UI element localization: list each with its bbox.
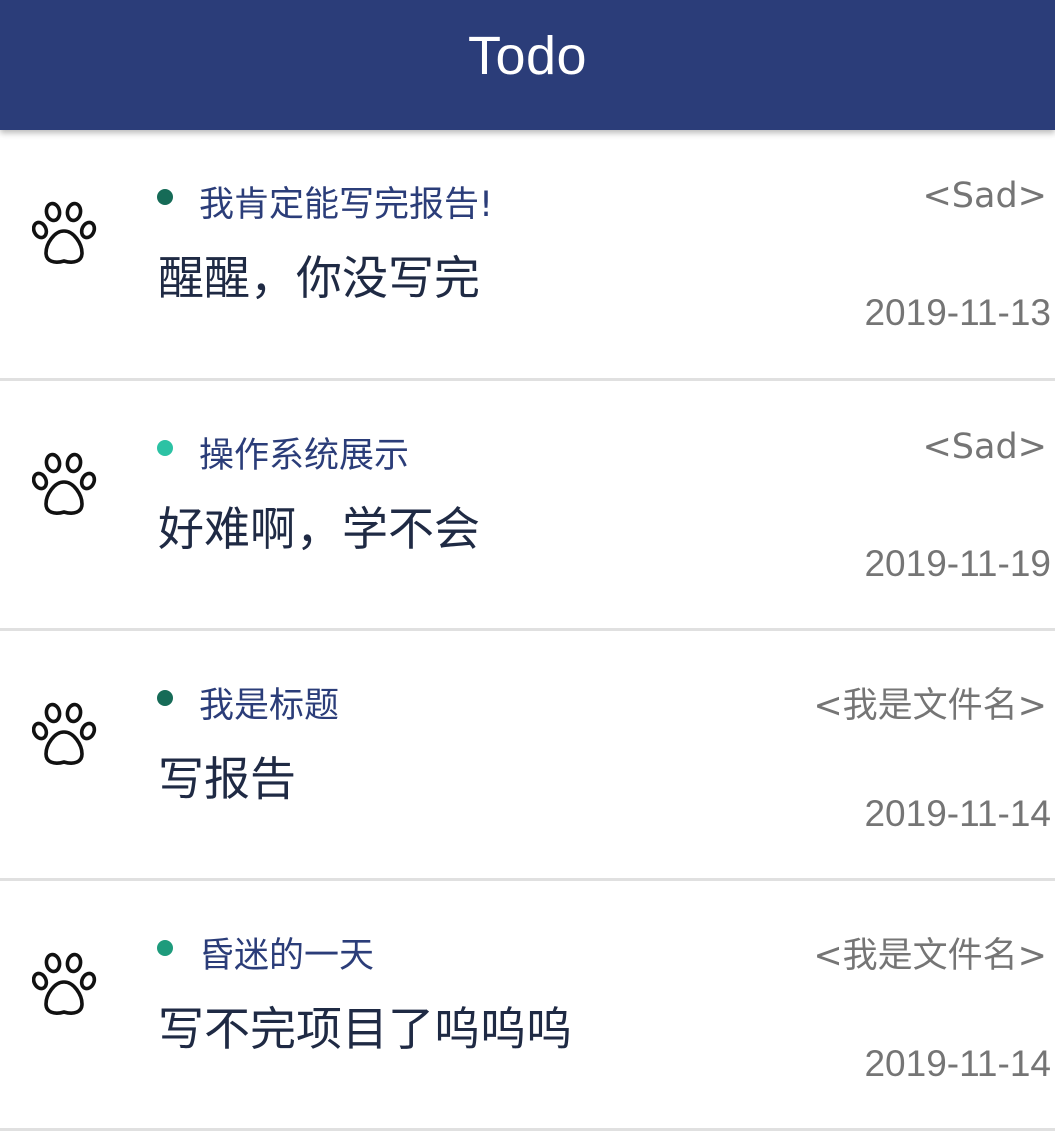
paw-icon bbox=[32, 201, 97, 264]
item-tag: <Sad> bbox=[922, 427, 1047, 467]
item-tag: <Sad> bbox=[922, 176, 1047, 216]
item-content: 写报告 bbox=[158, 752, 296, 806]
paw-icon bbox=[32, 702, 97, 765]
todo-item[interactable]: 操作系统展示 <Sad> 好难啊，学不会 2019-11-19 bbox=[0, 381, 1055, 631]
todo-list: 我肯定能写完报告! <Sad> 醒醒，你没写完 2019-11-13 操作系统展… bbox=[0, 130, 1055, 1131]
app-bar: Todo bbox=[0, 0, 1055, 130]
app-title: Todo bbox=[467, 26, 588, 86]
item-title: 操作系统展示 bbox=[199, 436, 410, 476]
todo-item[interactable]: 昏迷的一天 <我是文件名> 写不完项目了呜呜呜 2019-11-14 bbox=[0, 881, 1055, 1131]
status-dot bbox=[157, 440, 173, 456]
item-date: 2019-11-14 bbox=[864, 793, 1051, 834]
item-content: 好难啊，学不会 bbox=[158, 502, 480, 556]
item-date: 2019-11-13 bbox=[864, 292, 1051, 333]
item-tag: <我是文件名> bbox=[813, 686, 1047, 726]
item-date: 2019-11-14 bbox=[864, 1043, 1051, 1084]
item-date: 2019-11-19 bbox=[864, 543, 1051, 584]
todo-item[interactable]: 我肯定能写完报告! <Sad> 醒醒，你没写完 2019-11-13 bbox=[0, 130, 1055, 381]
item-title: 昏迷的一天 bbox=[199, 936, 375, 976]
item-title: 我肯定能写完报告! bbox=[199, 185, 494, 225]
item-content: 醒醒，你没写完 bbox=[158, 251, 480, 305]
item-title: 我是标题 bbox=[199, 686, 340, 726]
item-content: 写不完项目了呜呜呜 bbox=[158, 1002, 572, 1056]
paw-icon bbox=[32, 952, 97, 1015]
status-dot bbox=[157, 189, 173, 205]
status-dot bbox=[157, 690, 173, 706]
todo-item[interactable]: 我是标题 <我是文件名> 写报告 2019-11-14 bbox=[0, 631, 1055, 881]
item-tag: <我是文件名> bbox=[813, 936, 1047, 976]
paw-icon bbox=[32, 452, 97, 515]
status-dot bbox=[157, 940, 173, 956]
